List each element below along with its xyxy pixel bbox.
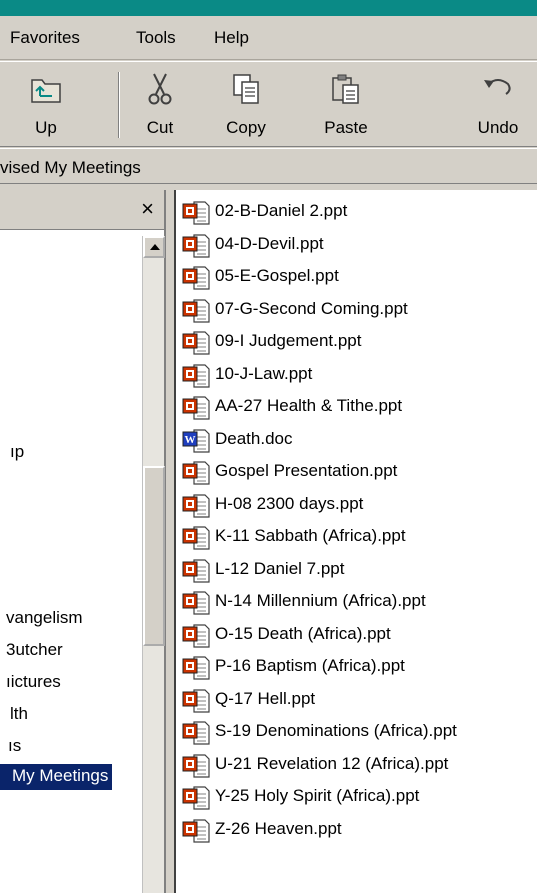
cut-button[interactable]: Cut <box>120 70 200 142</box>
powerpoint-file-icon <box>182 461 210 485</box>
file-name: Y-25 Holy Spirit (Africa).ppt <box>215 786 420 805</box>
powerpoint-file-icon <box>182 233 210 258</box>
copy-label: Copy <box>226 118 266 137</box>
powerpoint-file-icon <box>182 623 210 648</box>
copy-button[interactable]: Copy <box>206 70 286 142</box>
scroll-thumb[interactable] <box>143 466 165 646</box>
scissors-icon <box>148 73 172 105</box>
folder-tree-item[interactable]: ıictures <box>6 672 61 692</box>
menu-bar: Favorites Tools Help <box>0 16 537 60</box>
scroll-up-button[interactable] <box>143 236 165 258</box>
copy-icon <box>233 74 259 104</box>
file-name: Z-26 Heaven.ppt <box>215 818 342 838</box>
powerpoint-file-icon <box>182 363 210 388</box>
powerpoint-file-icon <box>182 526 210 550</box>
title-bar <box>0 0 537 16</box>
toolbar: Up Cut Copy Paste Undo <box>0 61 537 147</box>
folder-tree-item[interactable]: ıs <box>8 736 21 756</box>
powerpoint-file-icon <box>182 688 210 713</box>
powerpoint-file-icon <box>182 331 210 355</box>
file-name: 10-J-Law.ppt <box>215 363 313 383</box>
powerpoint-file-icon <box>182 818 210 843</box>
file-name: 04-D-Devil.ppt <box>215 233 324 253</box>
svg-text:W: W <box>185 434 196 446</box>
powerpoint-file-icon <box>182 591 210 615</box>
word-document-icon: W <box>182 428 210 453</box>
file-name: O-15 Death (Africa).ppt <box>215 623 391 643</box>
powerpoint-file-icon <box>182 201 210 225</box>
menu-tools[interactable]: Tools <box>136 28 176 48</box>
file-name: Gospel Presentation.ppt <box>215 461 398 480</box>
file-list: 02-B-Daniel 2.ppt 04-D-Devil.ppt 05-E-Gosp… <box>174 190 537 893</box>
file-name: 07-G-Second Coming.ppt <box>215 298 408 318</box>
file-name: S-19 Denominations (Africa).ppt <box>215 721 457 740</box>
powerpoint-file-icon <box>182 396 210 420</box>
powerpoint-file-icon <box>182 266 210 290</box>
powerpoint-file-icon <box>182 721 210 745</box>
powerpoint-file-icon <box>182 298 210 323</box>
paste-icon <box>332 74 359 104</box>
folders-scrollbar[interactable] <box>142 236 165 893</box>
file-name: 02-B-Daniel 2.ppt <box>215 201 348 220</box>
folder-tree-item[interactable]: 3utcher <box>6 640 63 660</box>
undo-button[interactable]: Undo <box>458 70 537 142</box>
file-name: U-21 Revelation 12 (Africa).ppt <box>215 753 449 773</box>
powerpoint-file-icon <box>182 558 210 583</box>
powerpoint-file-icon <box>182 753 210 778</box>
file-name: N-14 Millennium (Africa).ppt <box>215 591 426 610</box>
powerpoint-file-icon <box>182 656 210 680</box>
file-name: H-08 2300 days.ppt <box>215 493 364 513</box>
file-name: 05-E-Gospel.ppt <box>215 266 339 285</box>
folders-pane-header: × <box>0 190 164 230</box>
folder-tree-item[interactable]: ıp <box>10 442 24 462</box>
file-name: P-16 Baptism (Africa).ppt <box>215 656 405 675</box>
powerpoint-file-icon <box>182 493 210 518</box>
undo-label: Undo <box>477 118 519 137</box>
up-button[interactable]: Up <box>6 70 86 142</box>
paste-label: Paste <box>324 118 368 137</box>
file-name: Death.doc <box>215 428 293 448</box>
address-text: vised My Meetings <box>0 158 141 177</box>
folder-tree-item-selected[interactable]: My Meetings <box>0 764 113 790</box>
undo-icon <box>484 79 511 95</box>
folder-tree-item[interactable]: lth <box>10 704 28 724</box>
folders-pane: × ıp vangelism 3utcher ıictures lth ıs M… <box>0 190 166 893</box>
pane-splitter[interactable] <box>166 190 174 893</box>
powerpoint-file-icon <box>182 786 210 810</box>
paste-button[interactable]: Paste <box>306 70 386 142</box>
cut-label: Cut <box>146 118 174 137</box>
address-bar[interactable]: vised My Meetings <box>0 148 537 184</box>
file-name: Q-17 Hell.ppt <box>215 688 316 708</box>
up-label: Up <box>35 118 57 137</box>
file-name: AA-27 Health & Tithe.ppt <box>215 396 403 415</box>
menu-favorites[interactable]: Favorites <box>10 28 80 48</box>
close-icon[interactable]: × <box>141 196 154 222</box>
file-name: L-12 Daniel 7.ppt <box>215 558 345 578</box>
folder-tree-item[interactable]: vangelism <box>6 608 83 628</box>
folder-up-icon <box>31 79 61 103</box>
file-name: 09-I Judgement.ppt <box>215 331 362 350</box>
menu-help[interactable]: Help <box>214 28 249 48</box>
file-name: K-11 Sabbath (Africa).ppt <box>215 526 406 545</box>
